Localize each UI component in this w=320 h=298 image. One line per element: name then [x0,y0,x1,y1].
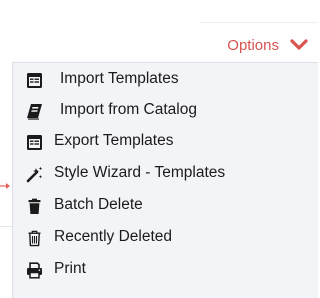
options-label: Options [227,36,279,54]
menu-item-label: Export Templates [54,132,174,149]
menu-item-label: Batch Delete [54,196,143,213]
menu-item-label: Import from Catalog [60,101,197,118]
menu-item-label: Import Templates [60,70,179,87]
callout-arrow [0,178,12,189]
template-icon [26,72,43,89]
printer-icon [26,262,43,279]
menu-item-label: Print [54,260,86,277]
template-icon [26,134,43,151]
options-dropdown-button[interactable]: Options [227,32,309,58]
background-panel-edge [0,226,12,298]
chevron-down-icon [289,38,309,52]
trash-outline-icon [26,230,43,247]
trash-icon [26,198,43,215]
magic-wand-icon [26,166,43,183]
divider [200,22,317,23]
menu-item-label: Style Wizard - Templates [54,164,226,181]
menu-item-label: Recently Deleted [54,228,173,245]
catalog-icon [26,103,43,120]
options-menu: Import Templates Import from Catalog Exp [12,62,318,298]
